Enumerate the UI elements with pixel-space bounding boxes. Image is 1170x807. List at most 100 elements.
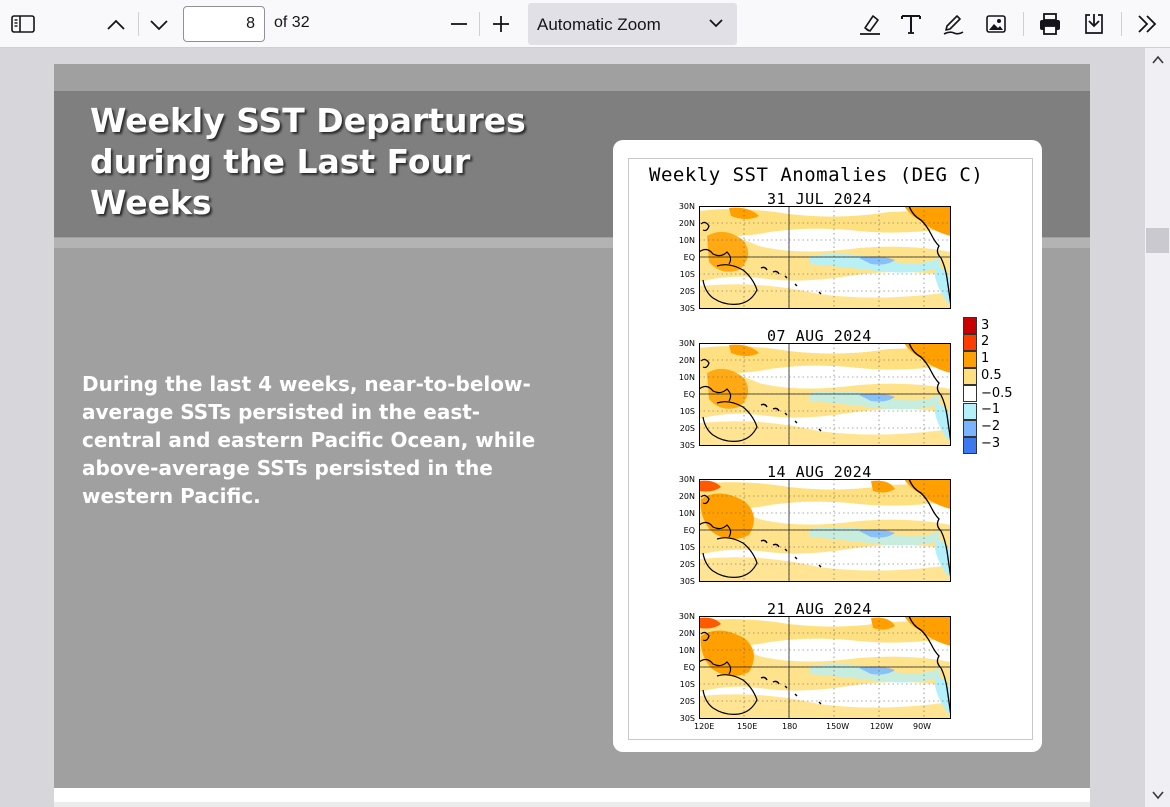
latitude-label: EQ <box>683 253 695 262</box>
next-page-edge <box>54 802 1090 807</box>
slide-body-text: During the last 4 weeks, near-to-below-a… <box>82 372 536 508</box>
sst-map-panel <box>698 615 952 719</box>
image-icon <box>986 15 1006 33</box>
longitude-label: 120E <box>694 722 715 731</box>
legend-label: 0.5 <box>981 368 1002 383</box>
previous-page-button[interactable] <box>103 12 129 38</box>
next-page-button[interactable] <box>146 12 172 38</box>
longitude-label: 180 <box>782 722 798 731</box>
longitude-label: 150E <box>737 722 758 731</box>
sst-anomaly-map <box>698 478 952 582</box>
legend-label: −0.5 <box>981 386 1013 401</box>
longitude-label: 90W <box>913 722 932 731</box>
pen-icon <box>943 15 964 35</box>
panel-date: 14 AUG 2024 <box>767 463 872 481</box>
panel-date: 21 AUG 2024 <box>767 600 872 618</box>
longitude-label: 150W <box>826 722 850 731</box>
zoom-select-value: Automatic Zoom <box>537 15 661 34</box>
latitude-label: 30S <box>679 304 695 313</box>
toolbar-separator <box>138 12 139 36</box>
toolbar-separator <box>1023 12 1024 36</box>
tools-menu-button[interactable] <box>1134 11 1160 37</box>
latitude-label: 20N <box>678 356 695 365</box>
sidebar-icon <box>11 15 35 33</box>
latitude-label: EQ <box>683 390 695 399</box>
legend-swatch <box>963 334 977 352</box>
double-chevron-right-icon <box>1138 15 1157 33</box>
latitude-label: 10S <box>679 407 695 416</box>
plus-icon <box>493 16 509 32</box>
chevron-up-icon <box>107 19 125 30</box>
latitude-label: 30S <box>679 577 695 586</box>
sst-anomaly-map <box>698 342 952 446</box>
slide-title: Weekly SST Departures during the Last Fo… <box>90 101 526 222</box>
toolbar-separator <box>479 12 480 36</box>
draw-button[interactable] <box>940 11 966 37</box>
latitude-label: 30N <box>678 612 695 621</box>
pdf-page: Weekly SST Departures during the Last Fo… <box>54 64 1090 788</box>
latitude-label: 10N <box>678 509 695 518</box>
sst-map-panel <box>698 205 952 309</box>
sst-anomaly-map <box>698 615 952 719</box>
latitude-label: 30S <box>679 714 695 723</box>
panel-date: 07 AUG 2024 <box>767 327 872 345</box>
scrollbar-thumb[interactable] <box>1146 228 1169 253</box>
latitude-label: 10S <box>679 543 695 552</box>
legend-swatch <box>963 419 977 437</box>
save-button[interactable] <box>1081 11 1107 37</box>
zoom-out-button[interactable] <box>447 12 471 36</box>
latitude-label: 10N <box>678 646 695 655</box>
legend-swatch <box>963 402 977 420</box>
vertical-scrollbar[interactable] <box>1145 48 1170 807</box>
latitude-label: 30N <box>678 202 695 211</box>
latitude-label: 30S <box>679 441 695 450</box>
longitude-label: 120W <box>870 722 894 731</box>
highlight-button[interactable] <box>857 11 883 37</box>
text-tool-button[interactable] <box>898 11 924 37</box>
scroll-down-arrow-icon[interactable] <box>1152 790 1164 800</box>
latitude-label: EQ <box>683 526 695 535</box>
page-margin <box>54 788 1090 802</box>
legend-swatch <box>963 351 977 369</box>
text-icon <box>901 15 921 34</box>
figure-frame: Weekly SST Anomalies (DEG C) 31 JUL 2024… <box>628 158 1033 740</box>
latitude-label: 10N <box>678 236 695 245</box>
add-image-button[interactable] <box>983 11 1009 37</box>
latitude-label: 10S <box>679 270 695 279</box>
highlighter-icon <box>860 15 880 35</box>
figure-title: Weekly SST Anomalies (DEG C) <box>649 164 984 186</box>
minus-icon <box>451 23 467 25</box>
download-icon <box>1085 14 1103 34</box>
latitude-label: 20N <box>678 219 695 228</box>
legend-label: 1 <box>981 351 990 366</box>
latitude-label: 20S <box>679 424 695 433</box>
latitude-label: 10S <box>679 680 695 689</box>
latitude-label: EQ <box>683 663 695 672</box>
latitude-label: 20S <box>679 560 695 569</box>
sidebar-toggle-button[interactable] <box>8 11 38 37</box>
latitude-label: 20S <box>679 697 695 706</box>
page-number-input[interactable] <box>183 6 265 42</box>
zoom-in-button[interactable] <box>489 12 513 36</box>
latitude-label: 20N <box>678 629 695 638</box>
latitude-label: 20N <box>678 492 695 501</box>
sst-anomaly-map <box>698 205 952 309</box>
sst-map-panel <box>698 342 952 446</box>
zoom-select[interactable]: Automatic Zoom <box>528 3 737 45</box>
legend-swatch <box>963 317 977 335</box>
legend-swatch <box>963 385 977 403</box>
legend-swatch <box>963 368 977 386</box>
print-button[interactable] <box>1037 11 1063 37</box>
pdf-toolbar: of 32 Automatic Zoom <box>0 0 1170 48</box>
legend-label: −3 <box>981 436 1001 451</box>
latitude-label: 10N <box>678 373 695 382</box>
latitude-label: 20S <box>679 287 695 296</box>
sst-figure: Weekly SST Anomalies (DEG C) 31 JUL 2024… <box>613 140 1042 752</box>
legend-label: −2 <box>981 419 1001 434</box>
scroll-up-arrow-icon[interactable] <box>1152 55 1164 65</box>
legend-label: 2 <box>981 334 990 349</box>
latitude-label: 30N <box>678 475 695 484</box>
latitude-label: 30N <box>678 339 695 348</box>
toolbar-separator <box>1121 12 1122 36</box>
legend-swatch <box>963 436 977 454</box>
